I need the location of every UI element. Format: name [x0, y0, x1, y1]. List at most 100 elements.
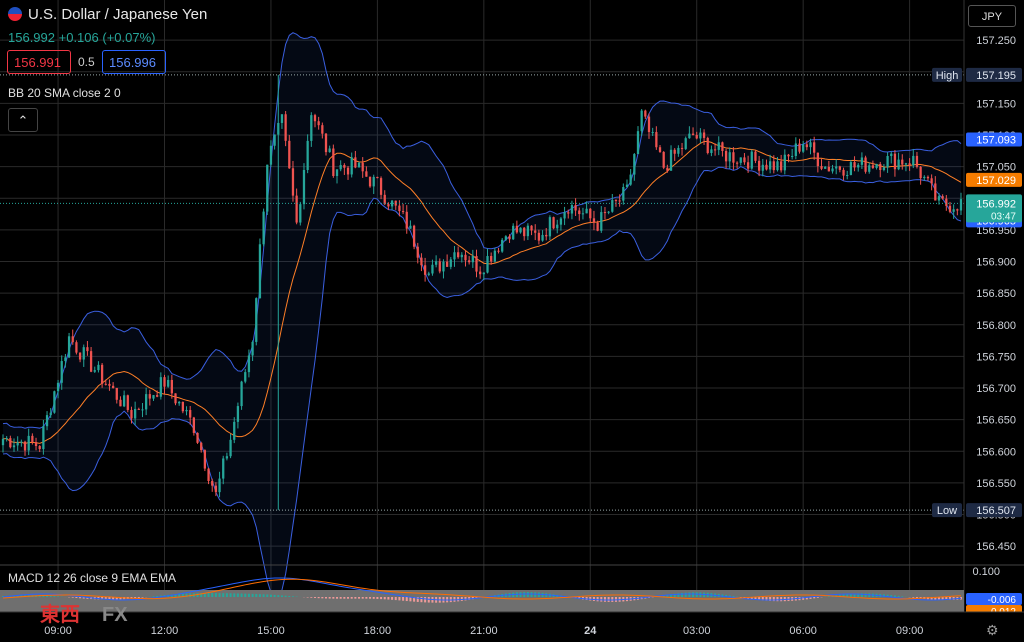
symbol-name: U.S. Dollar / Japanese Yen — [28, 6, 208, 23]
candle-body — [798, 143, 801, 152]
candle-body — [607, 211, 610, 213]
candle-body — [559, 218, 563, 225]
macd-scale-tick: 0.100 — [972, 566, 1000, 578]
candle-body — [130, 409, 133, 419]
buy-button[interactable]: 156.996 — [102, 50, 166, 74]
candle-body — [60, 361, 63, 383]
macd-histogram-bar — [405, 597, 408, 602]
last-price-tag: 156.992 — [976, 198, 1016, 210]
candle-body — [647, 116, 651, 133]
grid — [0, 0, 964, 612]
candle-body — [651, 132, 654, 134]
macd-histogram-bar — [229, 593, 232, 597]
macd-histogram-bar — [328, 597, 331, 599]
candle-body — [791, 155, 794, 157]
candle-body — [603, 212, 607, 214]
candle-body — [247, 355, 251, 373]
macd-histogram-bar — [600, 597, 603, 602]
candle-body — [504, 236, 507, 240]
candle-body — [361, 162, 364, 172]
candle-body — [691, 133, 695, 135]
candle-body — [919, 166, 922, 179]
candle-body — [203, 450, 207, 469]
bb-indicator-label[interactable]: BB 20 SMA close 2 0 — [8, 86, 121, 100]
candle-body — [820, 166, 823, 169]
candle-body — [868, 165, 871, 172]
candle-body — [772, 161, 775, 171]
candle-body — [548, 217, 552, 237]
macd-value-tag: -0.006 — [988, 595, 1017, 606]
low-label: Low — [937, 505, 957, 517]
y-tick-label: 157.150 — [976, 98, 1016, 110]
candle-body — [457, 252, 460, 258]
candle-body — [372, 176, 375, 187]
candle-body — [67, 336, 71, 358]
price-chart[interactable]: 157.250157.200157.150157.100157.050157.0… — [0, 0, 1024, 642]
candle-body — [780, 161, 783, 171]
candle-body — [156, 395, 159, 397]
macd-histogram-bar — [233, 593, 236, 597]
candle — [67, 332, 71, 359]
candle-body — [717, 142, 720, 150]
macd-histogram-bar — [53, 596, 56, 597]
candle-body — [658, 147, 662, 152]
candle-body — [732, 152, 735, 163]
candle-body — [625, 184, 629, 188]
candle-body — [886, 155, 889, 168]
candle-body — [684, 138, 687, 149]
y-tick-label: 156.650 — [976, 415, 1016, 427]
gear-icon[interactable]: ⚙ — [986, 622, 999, 639]
candle-body — [236, 406, 240, 422]
candle-body — [42, 426, 45, 450]
chevron-up-icon[interactable]: ⌃ — [8, 108, 38, 132]
macd-histogram-bar — [376, 597, 379, 599]
candle-body — [493, 250, 496, 262]
macd-histogram-bar — [427, 597, 430, 603]
y-tick-label: 157.250 — [976, 35, 1016, 47]
candle-body — [174, 393, 177, 404]
candle-body — [475, 256, 478, 272]
macd-histogram-bar — [681, 592, 684, 597]
candle — [919, 166, 922, 185]
candle-body — [629, 174, 632, 185]
candle-body — [497, 250, 500, 252]
candle-body — [835, 166, 838, 169]
candle — [196, 432, 199, 444]
candle-body — [842, 169, 845, 176]
candle-body — [376, 176, 379, 179]
candle-body — [941, 196, 944, 199]
candle-body — [38, 446, 41, 450]
macd-histogram-bar — [692, 592, 695, 597]
candle-body — [721, 142, 724, 151]
candle-body — [27, 435, 30, 451]
candle-body — [809, 142, 812, 148]
macd-histogram-bar — [273, 594, 276, 597]
candle-body — [893, 153, 897, 170]
candle-body — [952, 209, 955, 212]
candle-body — [750, 151, 753, 169]
macd-histogram-bar — [780, 597, 783, 602]
candle-body — [412, 225, 416, 247]
x-tick-label: 18:00 — [364, 625, 392, 637]
currency-button[interactable]: JPY — [968, 5, 1016, 27]
macd-indicator-label[interactable]: MACD 12 26 close 9 EMA EMA — [8, 571, 176, 585]
candle-body — [233, 421, 236, 440]
macd-histogram-bar — [280, 595, 283, 597]
candle-body — [677, 147, 680, 154]
candle-body — [189, 410, 192, 418]
macd-histogram-bar — [225, 593, 228, 597]
candle-body — [75, 342, 78, 353]
candle-body — [78, 352, 82, 360]
macd-histogram-bar — [49, 595, 52, 597]
candle-body — [258, 244, 262, 299]
sell-button[interactable]: 156.991 — [7, 50, 71, 74]
candle-body — [427, 273, 430, 275]
candle-body — [783, 154, 786, 171]
candle-body — [244, 372, 247, 382]
macd-histogram-bar — [776, 597, 779, 602]
macd-histogram-bar — [684, 592, 687, 597]
last-price-quote: 156.992 +0.106 (+0.07%) — [8, 30, 155, 45]
y-tick-label: 156.550 — [976, 478, 1016, 490]
candle-body — [434, 261, 438, 265]
candle-body — [934, 183, 937, 201]
